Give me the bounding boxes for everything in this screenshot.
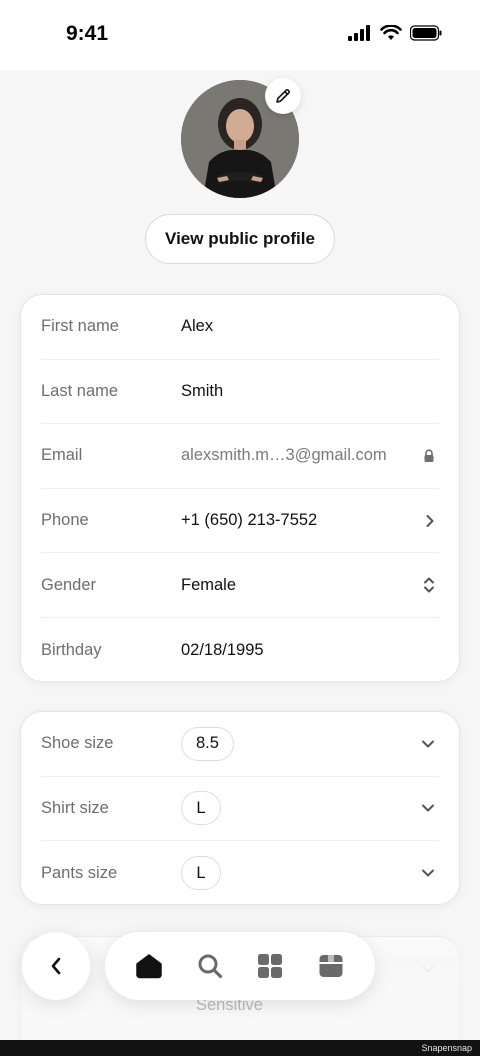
email-value: alexsmith.m…3@gmail.com bbox=[181, 446, 387, 465]
signal-icon bbox=[348, 25, 370, 41]
first-name-row[interactable]: First name Alex bbox=[41, 295, 439, 360]
gender-trail[interactable] bbox=[423, 576, 435, 594]
chevron-down-icon bbox=[422, 965, 434, 973]
tab-home[interactable] bbox=[127, 944, 171, 988]
tab-bar bbox=[105, 932, 375, 1000]
chevron-down-icon bbox=[422, 740, 434, 748]
shirt-size-row[interactable]: Shirt size L bbox=[41, 777, 439, 842]
first-name-value[interactable]: Alex bbox=[181, 317, 213, 336]
back-button[interactable] bbox=[22, 932, 90, 1000]
home-icon bbox=[136, 954, 162, 979]
last-name-value[interactable]: Smith bbox=[181, 382, 223, 401]
tab-search[interactable] bbox=[188, 944, 232, 988]
status-bar: 9:41 bbox=[0, 0, 480, 70]
up-down-chevron-icon bbox=[424, 577, 434, 593]
battery-icon bbox=[410, 25, 442, 41]
view-public-profile-button[interactable]: View public profile bbox=[145, 214, 335, 264]
email-trail bbox=[423, 449, 435, 463]
shoe-size-label: Shoe size bbox=[41, 734, 114, 753]
status-icons bbox=[348, 25, 442, 41]
box-icon bbox=[319, 955, 343, 977]
pants-size-trail[interactable] bbox=[421, 868, 435, 878]
last-name-label: Last name bbox=[41, 381, 119, 400]
pencil-icon bbox=[276, 89, 290, 103]
search-icon bbox=[198, 954, 222, 979]
wifi-icon bbox=[380, 25, 402, 40]
grid-icon bbox=[258, 954, 283, 978]
footer-bar: Snapensnap bbox=[0, 1040, 480, 1056]
birthday-label: Birthday bbox=[41, 640, 102, 659]
tab-box[interactable] bbox=[309, 944, 353, 988]
last-name-row[interactable]: Last name Smith bbox=[41, 360, 439, 425]
partial-trail bbox=[421, 964, 435, 974]
shirt-size-pill[interactable]: L bbox=[181, 791, 221, 826]
pants-size-row[interactable]: Pants size L bbox=[41, 841, 439, 906]
edit-avatar-button[interactable] bbox=[265, 78, 301, 114]
chevron-right-icon bbox=[426, 514, 434, 527]
chevron-down-icon bbox=[422, 804, 434, 812]
watermark-text: Snapensnap bbox=[421, 1043, 472, 1053]
sizes-card: Shoe size 8.5 Shirt size L Pants size L bbox=[20, 711, 460, 905]
gender-label: Gender bbox=[41, 575, 97, 594]
phone-trail[interactable] bbox=[425, 514, 435, 528]
phone-row[interactable]: Phone +1 (650) 213-7552 bbox=[41, 489, 439, 554]
shirt-size-trail[interactable] bbox=[421, 803, 435, 813]
pants-size-pill[interactable]: L bbox=[181, 856, 221, 891]
lock-icon bbox=[424, 449, 434, 462]
phone-label: Phone bbox=[41, 511, 89, 530]
email-row: Email alexsmith.m…3@gmail.com bbox=[41, 424, 439, 489]
email-label: Email bbox=[41, 446, 83, 465]
gender-row[interactable]: Gender Female bbox=[41, 553, 439, 618]
shoe-size-row[interactable]: Shoe size 8.5 bbox=[41, 712, 439, 777]
personal-info-card: First name Alex Last name Smith Email al… bbox=[20, 294, 460, 682]
shoe-size-pill[interactable]: 8.5 bbox=[181, 726, 234, 761]
avatar-container bbox=[181, 78, 301, 198]
shirt-size-label: Shirt size bbox=[41, 798, 109, 817]
chevron-left-icon bbox=[51, 957, 61, 975]
birthday-value[interactable]: 02/18/1995 bbox=[181, 641, 264, 660]
chevron-down-icon bbox=[422, 869, 434, 877]
gender-value: Female bbox=[181, 575, 237, 594]
phone-value: +1 (650) 213-7552 bbox=[181, 511, 318, 530]
tab-grid[interactable] bbox=[248, 944, 292, 988]
first-name-label: First name bbox=[41, 317, 119, 336]
pants-size-label: Pants size bbox=[41, 863, 118, 882]
status-time: 9:41 bbox=[66, 22, 109, 45]
birthday-row[interactable]: Birthday 02/18/1995 bbox=[41, 618, 439, 683]
shoe-size-trail[interactable] bbox=[421, 739, 435, 749]
